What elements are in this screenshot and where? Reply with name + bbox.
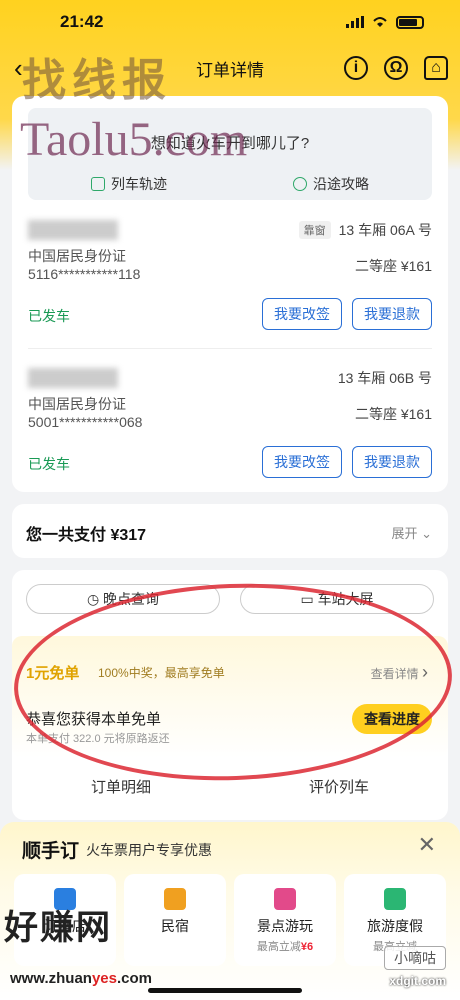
- change-ticket-button[interactable]: 我要改签: [262, 298, 342, 330]
- close-icon[interactable]: ✕: [418, 832, 436, 858]
- info-icon[interactable]: i: [344, 56, 368, 80]
- shunshou-subtitle: 火车票用户专享优惠: [86, 842, 212, 858]
- watermark-bottom-cn: 好赚网: [4, 909, 112, 947]
- route-guide-button[interactable]: 沿途攻略: [230, 174, 432, 194]
- status-time: 21:42: [60, 12, 104, 31]
- service-attractions[interactable]: 景点游玩 最高立减¥6: [234, 874, 336, 966]
- id-number: 5001***********068: [28, 414, 143, 430]
- train-track-button[interactable]: 列车轨迹: [28, 174, 230, 194]
- change-ticket-button[interactable]: 我要改签: [262, 446, 342, 478]
- signal-icon: [346, 16, 364, 28]
- wifi-icon: [373, 17, 387, 27]
- map-actions: 列车轨迹 沿途攻略: [28, 174, 432, 194]
- castle-icon: [274, 888, 296, 910]
- seat-class-price: 二等座 ¥161: [354, 406, 432, 422]
- watermark-url-b: yes: [91, 970, 117, 987]
- payment-card[interactable]: 您一共支付 ¥317 展开 ⌄: [12, 504, 448, 558]
- route-guide-label: 沿途攻略: [313, 176, 369, 192]
- watermark-bottom-right-en: xdgit.com: [389, 974, 446, 988]
- status-icons: [346, 15, 424, 29]
- seat-info: 靠窗 13 车厢 06A 号: [298, 220, 432, 240]
- home-icon[interactable]: ⌂: [424, 56, 448, 80]
- track-icon: [91, 177, 105, 191]
- beach-icon: [384, 888, 406, 910]
- expand-toggle[interactable]: 展开 ⌄: [391, 523, 432, 542]
- seat-number: 13 车厢 06B 号: [337, 370, 432, 386]
- window-seat-tag: 靠窗: [298, 221, 331, 239]
- seat-number: 13 车厢 06A 号: [338, 222, 432, 238]
- battery-icon: [396, 15, 424, 29]
- seat-info: 13 车厢 06B 号: [338, 368, 432, 388]
- promo-prefix: 最高立减: [256, 941, 301, 953]
- passenger-actions: 我要改签 我要退款: [262, 446, 432, 478]
- customer-service-icon[interactable]: Ω: [384, 56, 408, 80]
- clock-icon: ◷: [86, 591, 104, 607]
- watermark-url-a: www.zhuan: [10, 970, 92, 987]
- seat-class-price: 二等座 ¥161: [354, 258, 432, 274]
- watermark-url-c: .com: [116, 970, 152, 987]
- service-promo: 最高立减¥6: [234, 938, 336, 954]
- status-bar: 21:42: [0, 0, 460, 44]
- id-number: 5116***********118: [28, 266, 141, 282]
- id-type: 中国居民身份证: [28, 248, 126, 264]
- service-name: 景点游玩: [257, 918, 313, 934]
- passenger-name-blurred: [28, 368, 118, 388]
- id-type: 中国居民身份证: [28, 396, 126, 412]
- divider: [28, 348, 432, 349]
- review-train-tab[interactable]: 评价列车: [230, 776, 448, 797]
- watermark-bottom-right-cn: 小嘀咕: [384, 946, 446, 970]
- service-homestay[interactable]: 民宿: [124, 874, 226, 966]
- home-indicator: [148, 988, 302, 993]
- payment-total: 您一共支付 ¥317: [26, 527, 147, 544]
- refund-button[interactable]: 我要退款: [352, 298, 432, 330]
- passenger-1: 靠窗 13 车厢 06A 号 中国居民身份证 5116***********11…: [28, 220, 432, 330]
- service-name: 民宿: [161, 918, 189, 934]
- departure-status: 已发车: [28, 308, 70, 324]
- expand-label: 展开: [391, 526, 418, 541]
- service-name: 旅游度假: [367, 918, 423, 934]
- house-icon: [164, 888, 186, 910]
- watermark-top-en: Taolu5.com: [20, 113, 248, 166]
- compass-icon: [293, 177, 307, 191]
- train-track-label: 列车轨迹: [111, 176, 167, 192]
- departure-status: 已发车: [28, 456, 70, 472]
- shunshou-title: 顺手订: [22, 841, 80, 862]
- promo-value: ¥6: [300, 941, 314, 953]
- passenger-name-blurred: [28, 220, 118, 240]
- nav-icons: i Ω ⌂: [344, 56, 448, 80]
- refund-button[interactable]: 我要退款: [352, 446, 432, 478]
- watermark-top-cn: 找线报: [22, 56, 172, 105]
- chevron-down-icon: ⌄: [421, 526, 432, 541]
- watermark-url: www.zhuanyes.com: [10, 970, 152, 987]
- passenger-actions: 我要改签 我要退款: [262, 298, 432, 330]
- passenger-2: 13 车厢 06B 号 中国居民身份证 5001***********068 二…: [28, 368, 432, 478]
